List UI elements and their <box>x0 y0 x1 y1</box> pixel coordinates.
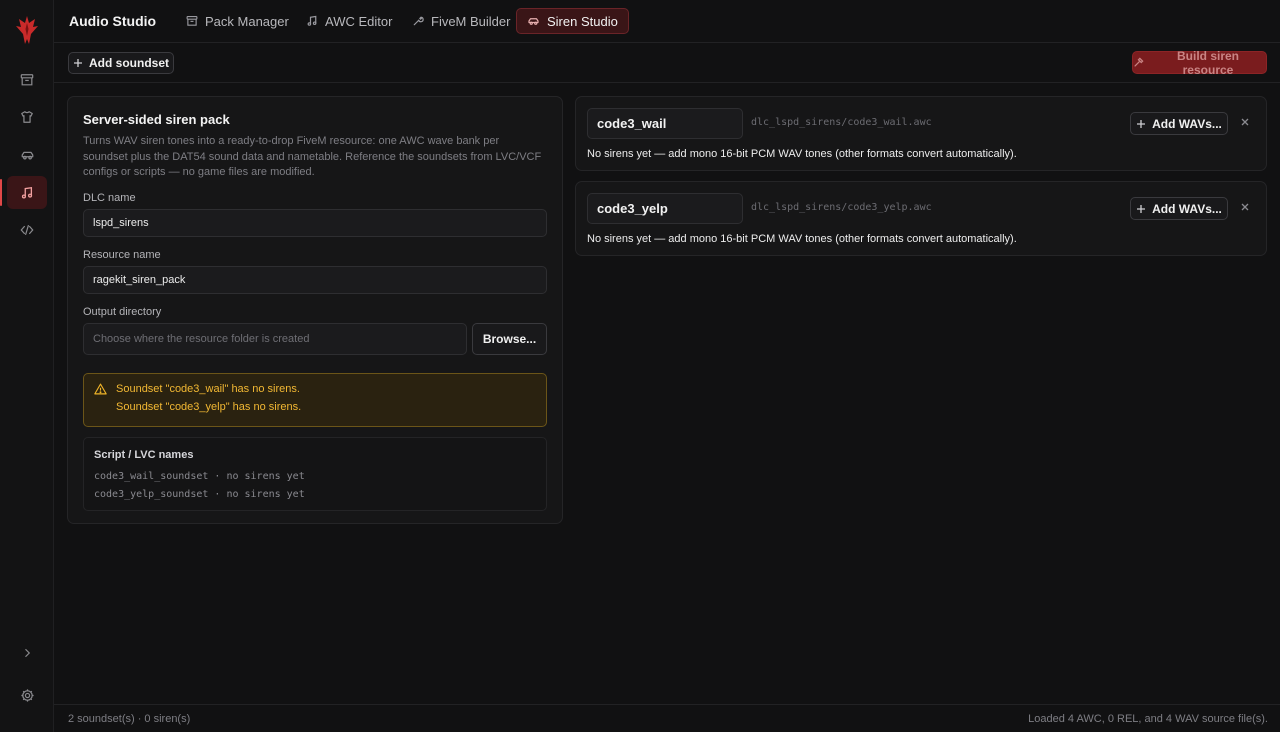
soundset-path: dlc_lspd_sirens/code3_yelp.awc <box>751 202 932 213</box>
warning-message: Soundset "code3_wail" has no sirens. <box>116 383 300 395</box>
tab-awc-editor[interactable]: AWC Editor <box>295 8 403 34</box>
browse-button[interactable]: Browse... <box>472 323 547 355</box>
plus-icon <box>73 58 83 68</box>
status-bar: 2 soundset(s) · 0 siren(s) Loaded 4 AWC,… <box>54 704 1280 732</box>
code-icon <box>20 223 34 237</box>
add-wavs-button[interactable]: Add WAVs... <box>1130 197 1228 220</box>
rail-code-button[interactable] <box>7 213 47 246</box>
panel-title: Server-sided siren pack <box>83 112 230 127</box>
status-counts: 2 soundset(s) · 0 siren(s) <box>68 713 191 725</box>
plus-icon <box>1136 119 1146 129</box>
top-header: Audio Studio Pack Manager AWC Editor Fiv… <box>54 0 1280 43</box>
side-rail <box>0 0 54 732</box>
script-names-box: Script / LVC names code3_wail_soundset ·… <box>83 437 547 511</box>
soundset-path: dlc_lspd_sirens/code3_wail.awc <box>751 117 932 128</box>
resource-name-label: Resource name <box>83 249 161 261</box>
siren-pack-panel: Server-sided siren pack Turns WAV siren … <box>67 96 563 524</box>
tab-label: Siren Studio <box>547 13 618 29</box>
music-note-icon <box>306 15 318 27</box>
tab-label: AWC Editor <box>325 13 393 29</box>
close-icon[interactable] <box>1240 117 1250 127</box>
toolbar: Add soundset Build siren resource <box>54 43 1280 83</box>
shirt-icon <box>20 110 34 124</box>
soundset-name-input[interactable]: code3_yelp <box>587 193 743 224</box>
resource-name-input[interactable]: ragekit_siren_pack <box>83 266 547 294</box>
warning-message: Soundset "code3_yelp" has no sirens. <box>116 401 302 413</box>
tab-label: FiveM Builder <box>431 13 511 29</box>
add-wavs-label: Add WAVs... <box>1152 116 1222 131</box>
soundset-card: code3_yelp dlc_lspd_sirens/code3_yelp.aw… <box>575 181 1267 256</box>
add-wavs-button[interactable]: Add WAVs... <box>1130 112 1228 135</box>
car-icon <box>20 148 35 162</box>
app-title: Audio Studio <box>69 13 157 29</box>
music-note-icon <box>20 186 34 200</box>
warning-box: Soundset "code3_wail" has no sirens. Sou… <box>83 373 547 427</box>
close-icon[interactable] <box>1240 202 1250 212</box>
soundset-hint: No sirens yet — add mono 16-bit PCM WAV … <box>587 148 1017 160</box>
output-directory-input[interactable]: Choose where the resource folder is crea… <box>83 323 467 355</box>
gear-icon <box>20 688 35 703</box>
rail-car-button[interactable] <box>7 138 47 171</box>
status-loaded: Loaded 4 AWC, 0 REL, and 4 WAV source fi… <box>1028 713 1268 725</box>
hammer-icon <box>1133 57 1144 68</box>
soundset-card: code3_wail dlc_lspd_sirens/code3_wail.aw… <box>575 96 1267 171</box>
rail-pack-manager-button[interactable] <box>7 63 47 96</box>
settings-button[interactable] <box>7 679 47 712</box>
plus-icon <box>1136 204 1146 214</box>
archive-icon <box>186 15 198 27</box>
tab-label: Pack Manager <box>205 13 289 29</box>
chevron-right-icon <box>21 647 33 659</box>
app-logo-icon <box>15 14 39 46</box>
script-name-line: code3_yelp_soundset · no sirens yet <box>94 489 305 500</box>
soundset-name-input[interactable]: code3_wail <box>587 108 743 139</box>
script-names-title: Script / LVC names <box>94 449 194 461</box>
soundset-hint: No sirens yet — add mono 16-bit PCM WAV … <box>587 233 1017 245</box>
add-soundset-button[interactable]: Add soundset <box>68 52 174 74</box>
warning-triangle-icon <box>94 383 107 395</box>
dlc-name-input[interactable]: lspd_sirens <box>83 209 547 237</box>
build-label: Build siren resource <box>1176 48 1239 77</box>
script-name-line: code3_wail_soundset · no sirens yet <box>94 471 305 482</box>
rail-shirt-button[interactable] <box>7 100 47 133</box>
car-icon <box>527 15 540 27</box>
build-siren-resource-button[interactable]: Build siren resource <box>1132 48 1267 77</box>
wrench-icon <box>412 15 424 27</box>
output-directory-label: Output directory <box>83 306 162 318</box>
expand-rail-button[interactable] <box>7 636 47 669</box>
rail-siren-studio-button[interactable] <box>0 176 47 209</box>
tab-pack-manager[interactable]: Pack Manager <box>175 8 300 34</box>
tab-fivem-builder[interactable]: FiveM Builder <box>401 8 521 34</box>
dlc-name-label: DLC name <box>83 192 136 204</box>
tab-siren-studio[interactable]: Siren Studio <box>516 8 629 34</box>
panel-description: Turns WAV siren tones into a ready-to-dr… <box>83 135 542 178</box>
add-soundset-label: Add soundset <box>89 56 169 70</box>
add-wavs-label: Add WAVs... <box>1152 201 1222 216</box>
archive-icon <box>20 73 34 87</box>
